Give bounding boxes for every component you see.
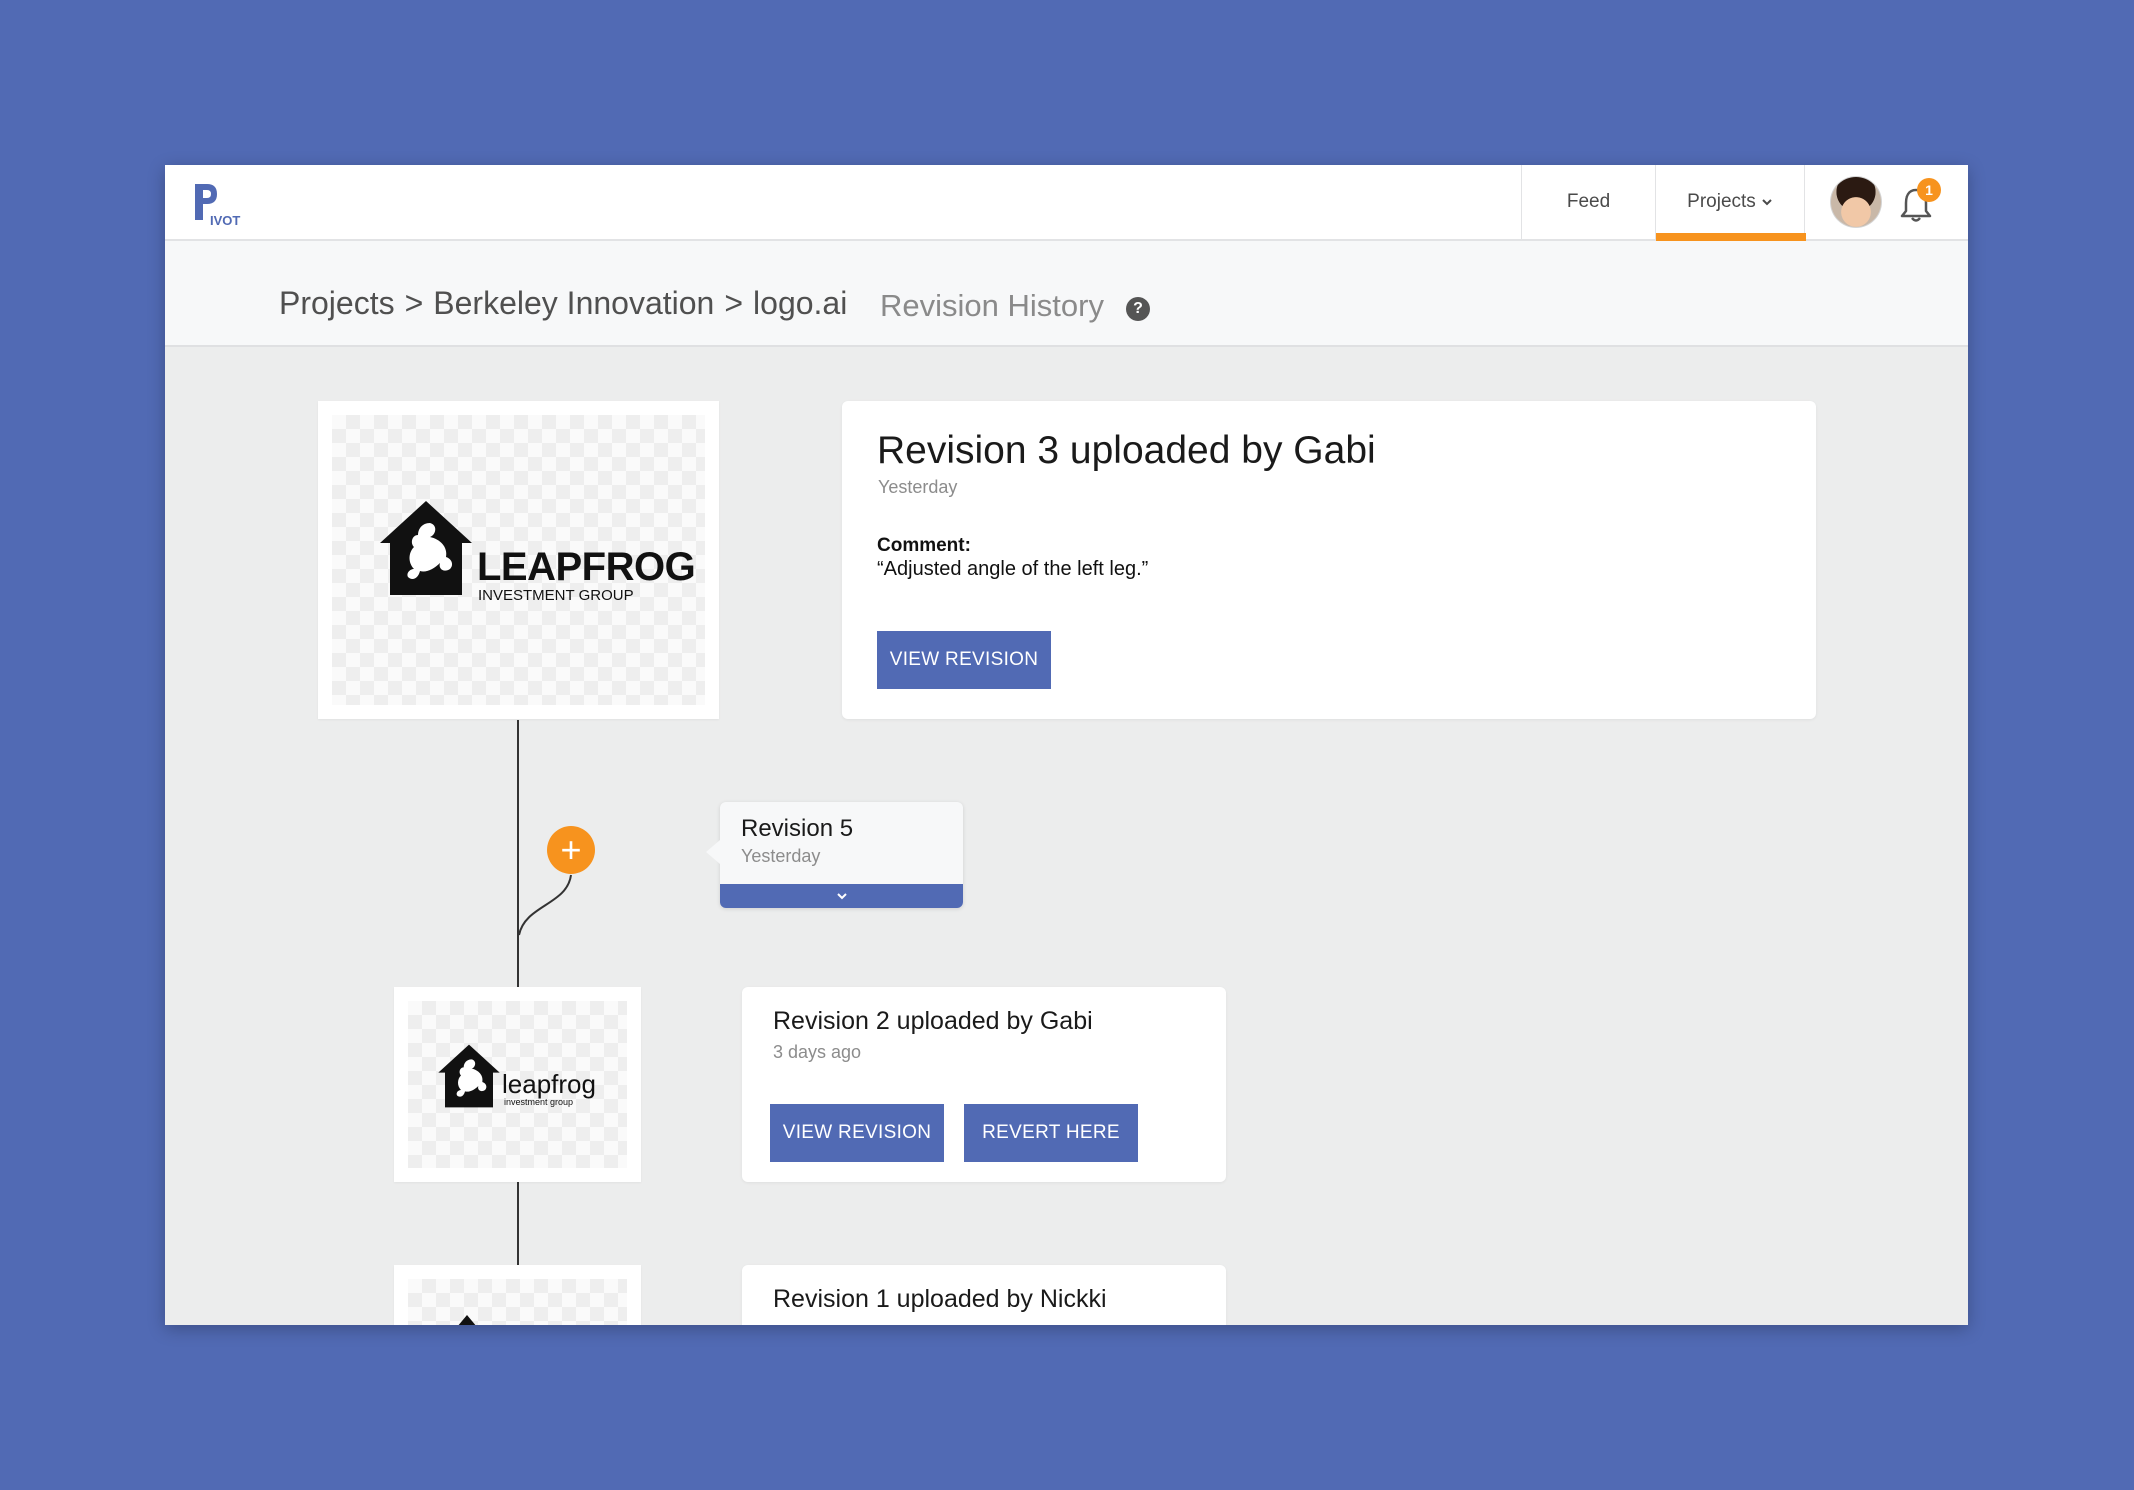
revision-2-time: 3 days ago <box>773 1042 862 1062</box>
logo-tagline: investment group <box>504 1097 574 1107</box>
top-nav: IVOT Feed Projects 1 <box>165 165 1968 241</box>
house-frog-logo-icon <box>380 501 472 595</box>
revision-3-thumbnail[interactable]: LEAPFROG INVESTMENT GROUP <box>318 401 719 719</box>
branch-connector <box>518 874 572 936</box>
logo-wordmark: leapfrog <box>502 1069 596 1099</box>
revision-5-title: Revision 5 <box>741 815 854 842</box>
breadcrumb-file[interactable]: logo.ai <box>753 285 847 321</box>
chevron-down-icon <box>1762 199 1772 206</box>
view-revision-button[interactable]: VIEW REVISION <box>877 631 1051 689</box>
view-revision-button[interactable]: VIEW REVISION <box>770 1104 944 1162</box>
plus-icon: + <box>560 829 582 870</box>
popover-arrow <box>706 840 720 864</box>
pivot-logo[interactable]: IVOT <box>193 180 253 228</box>
comment-label: Comment: <box>877 535 971 556</box>
revision-author: Gabi <box>1039 1007 1093 1035</box>
revision-5-popover[interactable]: Revision 5 Yesterday <box>706 802 963 908</box>
app-window: IVOT Feed Projects 1 Projects > Berkeley I… <box>165 165 1968 1325</box>
page-title: Revision History <box>880 288 1104 323</box>
revision-2-thumbnail[interactable]: leapfrog investment group <box>394 987 641 1182</box>
logo-text: IVOT <box>210 213 240 228</box>
nav-tab-projects-label: Projects <box>1687 191 1756 212</box>
revision-1-card: Revision 1 uploaded by Nickki <box>742 1265 1226 1325</box>
add-branch-button[interactable]: + <box>547 826 595 874</box>
nav-tab-feed[interactable]: Feed <box>1521 165 1655 239</box>
revision-number: Revision 1 <box>773 1285 890 1313</box>
logo-wordmark: LEAPFROG <box>477 545 696 589</box>
revert-here-button[interactable]: REVERT HERE <box>964 1104 1138 1162</box>
nav-tab-projects[interactable]: Projects <box>1655 165 1806 241</box>
notification-badge: 1 <box>1917 178 1941 202</box>
page-header: Projects > Berkeley Innovation > logo.ai Rev… <box>165 241 1968 347</box>
uploaded-by-text: uploaded by <box>889 1007 1040 1035</box>
breadcrumb-separator: > <box>724 285 744 321</box>
breadcrumb: Projects > Berkeley Innovation > logo.ai <box>279 285 847 322</box>
uploaded-by-text: uploaded by <box>889 1285 1040 1313</box>
transparency-grid <box>408 1279 627 1325</box>
expand-button[interactable] <box>720 884 963 908</box>
uploaded-by-text: uploaded by <box>1059 429 1294 472</box>
revision-2-card: Revision 2 uploaded by Gabi 3 days ago V… <box>742 987 1226 1182</box>
breadcrumb-project[interactable]: Berkeley Innovation <box>433 285 714 321</box>
user-avatar[interactable] <box>1831 177 1881 227</box>
logo-tagline: INVESTMENT GROUP <box>478 587 634 604</box>
revision-3-time: Yesterday <box>878 477 958 497</box>
comment-text: “Adjusted angle of the left leg.” <box>877 558 1149 580</box>
house-frog-logo-icon <box>438 1044 500 1108</box>
breadcrumb-separator: > <box>404 285 424 321</box>
revision-2-title: Revision 2 uploaded by Gabi <box>773 1007 1093 1036</box>
revision-author: Gabi <box>1293 429 1376 472</box>
revision-1-title: Revision 1 uploaded by Nickki <box>773 1285 1107 1314</box>
revision-5-time: Yesterday <box>741 846 821 866</box>
nav-tab-feed-label: Feed <box>1566 191 1611 212</box>
revision-3-card: Revision 3 uploaded by Gabi Yesterday Co… <box>842 401 1816 719</box>
active-tab-indicator <box>1656 233 1806 241</box>
revision-1-thumbnail[interactable] <box>394 1265 641 1325</box>
breadcrumb-projects[interactable]: Projects <box>279 285 395 321</box>
revision-number: Revision 3 <box>877 429 1060 472</box>
revision-author: Nickki <box>1039 1285 1107 1313</box>
help-icon[interactable]: ? <box>1126 297 1150 321</box>
chevron-down-icon <box>836 893 847 900</box>
revision-number: Revision 2 <box>773 1007 890 1035</box>
house-frog-logo-icon <box>458 1315 476 1325</box>
revision-3-title: Revision 3 uploaded by Gabi <box>877 429 1376 473</box>
